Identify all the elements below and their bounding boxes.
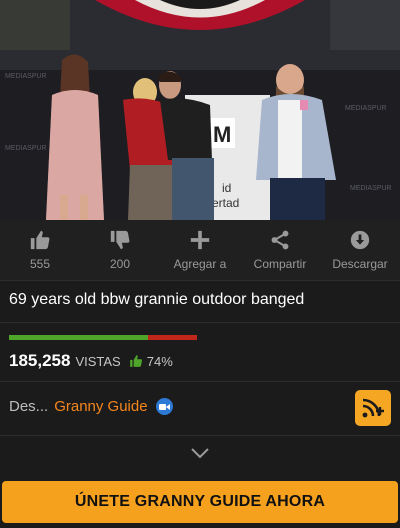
video-frame: MEDIASPUR MEDIASPUR MEDIASPUR MEDIASPUR … [0, 0, 400, 220]
rss-plus-icon [362, 398, 384, 418]
views-label: VISTAS [75, 353, 121, 369]
channel-name-link[interactable]: Granny Guide [54, 398, 147, 415]
backdrop-brand-text-3: MEDIASPUR [5, 145, 47, 152]
plus-icon [189, 229, 211, 251]
like-count: 555 [29, 257, 51, 271]
divider [0, 381, 400, 382]
dislike-count: 200 [109, 257, 131, 271]
thumbs-down-icon [109, 229, 131, 251]
divider [0, 435, 400, 436]
join-channel-button[interactable]: ÚNETE GRANNY GUIDE AHORA [2, 481, 398, 523]
divider [0, 322, 400, 323]
dislike-button[interactable]: 200 [80, 220, 160, 280]
video-player[interactable]: MEDIASPUR MEDIASPUR MEDIASPUR MEDIASPUR … [0, 0, 400, 220]
share-icon [269, 229, 291, 251]
screen-text-2: ertad [212, 196, 239, 210]
add-to-label: Agregar a [173, 257, 227, 271]
description-prefix[interactable]: Des... [9, 398, 48, 415]
thumbs-up-icon [129, 355, 142, 367]
video-camera-icon [155, 398, 173, 415]
thumbs-up-icon [29, 229, 51, 251]
podium-letter: M [213, 122, 231, 147]
action-bar: 555 200 Agregar a Compartir Descargar [0, 220, 400, 280]
subscribe-rss-button[interactable] [355, 390, 391, 426]
screen-text-1: id [222, 181, 231, 195]
backdrop-brand-text: MEDIASPUR [5, 73, 47, 80]
download-label: Descargar [332, 257, 388, 271]
share-button[interactable]: Compartir [240, 220, 320, 280]
divider [0, 280, 400, 281]
rating-bar-fill [9, 335, 149, 340]
chevron-down-icon [191, 448, 209, 459]
add-to-button[interactable]: Agregar a [160, 220, 240, 280]
channel-row: Des... Granny Guide [9, 398, 173, 415]
rating-bar [9, 335, 197, 340]
like-button[interactable]: 555 [0, 220, 80, 280]
share-label: Compartir [253, 257, 307, 271]
expand-description-button[interactable] [190, 446, 210, 460]
rating-percent: 74% [146, 353, 173, 369]
views-row: 185,258 VISTAS 74% [9, 351, 173, 371]
backdrop-brand-text-4: MEDIASPUR [350, 185, 392, 192]
video-title: 69 years old bbw grannie outdoor banged [9, 291, 305, 308]
backdrop-brand-text-2: MEDIASPUR [345, 105, 387, 112]
views-count: 185,258 [9, 351, 71, 370]
download-button[interactable]: Descargar [320, 220, 400, 280]
download-icon [349, 229, 371, 251]
